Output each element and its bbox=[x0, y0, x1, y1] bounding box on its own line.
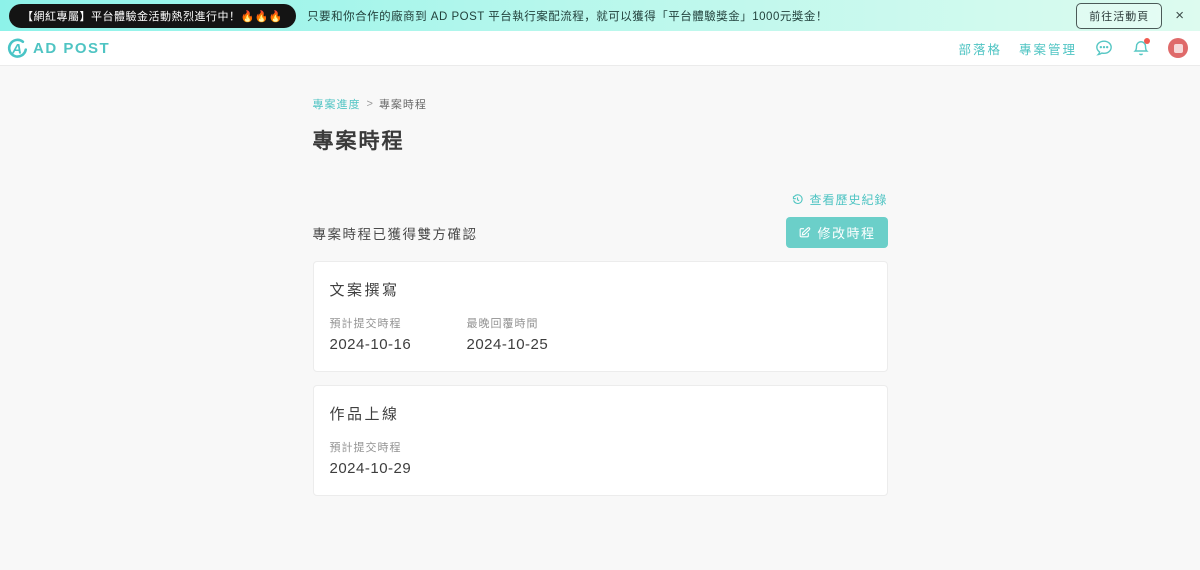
status-text: 專案時程已獲得雙方確認 bbox=[312, 226, 478, 242]
page-root: 【網紅專屬】平台體驗金活動熱烈進行中！🔥🔥🔥 只要和你合作的廠商到 AD POS… bbox=[0, 0, 1200, 570]
field-label: 最晚回覆時間 bbox=[466, 318, 539, 330]
nav-link-project-management[interactable]: 專案管理 bbox=[1019, 39, 1077, 58]
logo-text: AD POST bbox=[33, 39, 111, 57]
field-expected-submit: 預計提交時程 2024-10-16 bbox=[330, 315, 467, 353]
field-expected-submit: 預計提交時程 2024-10-29 bbox=[330, 439, 467, 477]
schedule-card-publish: 作品上線 預計提交時程 2024-10-29 bbox=[312, 385, 888, 496]
status-row: 專案時程已獲得雙方確認 修改時程 bbox=[313, 217, 888, 248]
card-title: 作品上線 bbox=[329, 406, 400, 423]
field-latest-reply: 最晚回覆時間 2024-10-25 bbox=[467, 315, 604, 353]
logo[interactable]: A AD POST bbox=[6, 37, 110, 60]
breadcrumb: 專案進度 > 專案時程 bbox=[313, 96, 888, 112]
navbar: A AD POST 部落格 專案管理 bbox=[0, 31, 1200, 66]
promo-message: 只要和你合作的廠商到 AD POST 平台執行案配流程，就可以獲得「平台體驗獎金… bbox=[307, 10, 828, 23]
schedule-card-copywriting: 文案撰寫 預計提交時程 2024-10-16 最晚回覆時間 2024-10-25 bbox=[312, 261, 888, 372]
chat-icon[interactable] bbox=[1094, 38, 1114, 58]
history-clock-icon bbox=[791, 193, 804, 206]
card-fields: 預計提交時程 2024-10-16 最晚回覆時間 2024-10-25 bbox=[330, 315, 871, 353]
field-value: 2024-10-16 bbox=[329, 336, 412, 353]
card-fields: 預計提交時程 2024-10-29 bbox=[330, 439, 871, 477]
field-label: 預計提交時程 bbox=[329, 318, 402, 330]
close-icon[interactable]: × bbox=[1173, 8, 1186, 23]
view-history-label: 查看歷史紀錄 bbox=[809, 193, 888, 207]
breadcrumb-separator: > bbox=[366, 98, 373, 110]
field-label: 預計提交時程 bbox=[329, 442, 402, 454]
field-value: 2024-10-29 bbox=[329, 460, 412, 477]
breadcrumb-current: 專案時程 bbox=[378, 99, 427, 111]
avatar-image bbox=[1173, 43, 1183, 53]
content-container: 專案進度 > 專案時程 專案時程 查看歷史紀錄 專案時程已獲得雙方確認 修改時程… bbox=[312, 66, 888, 496]
navbar-right: 部落格 專案管理 bbox=[958, 38, 1188, 58]
nav-link-blog[interactable]: 部落格 bbox=[958, 39, 1002, 58]
page-title: 專案時程 bbox=[312, 130, 405, 153]
avatar[interactable] bbox=[1168, 38, 1188, 58]
svg-text:A: A bbox=[11, 40, 22, 56]
edit-schedule-button[interactable]: 修改時程 bbox=[786, 217, 888, 248]
field-value: 2024-10-25 bbox=[466, 336, 549, 353]
history-row: 查看歷史紀錄 bbox=[313, 191, 888, 208]
edit-pencil-icon bbox=[798, 226, 811, 239]
card-title: 文案撰寫 bbox=[329, 282, 400, 299]
breadcrumb-parent-link[interactable]: 專案進度 bbox=[313, 96, 361, 112]
logo-icon: A bbox=[6, 37, 29, 60]
bell-icon[interactable] bbox=[1131, 38, 1151, 58]
view-history-link[interactable]: 查看歷史紀錄 bbox=[791, 191, 887, 208]
promo-badge: 【網紅專屬】平台體驗金活動熱烈進行中！🔥🔥🔥 bbox=[9, 3, 297, 28]
edit-schedule-label: 修改時程 bbox=[817, 226, 876, 241]
main-content: 專案進度 > 專案時程 專案時程 查看歷史紀錄 專案時程已獲得雙方確認 修改時程… bbox=[0, 66, 1200, 570]
promo-banner: 【網紅專屬】平台體驗金活動熱烈進行中！🔥🔥🔥 只要和你合作的廠商到 AD POS… bbox=[0, 0, 1200, 31]
notification-dot bbox=[1144, 38, 1150, 44]
promo-cta-button[interactable]: 前往活動頁 bbox=[1076, 2, 1163, 29]
